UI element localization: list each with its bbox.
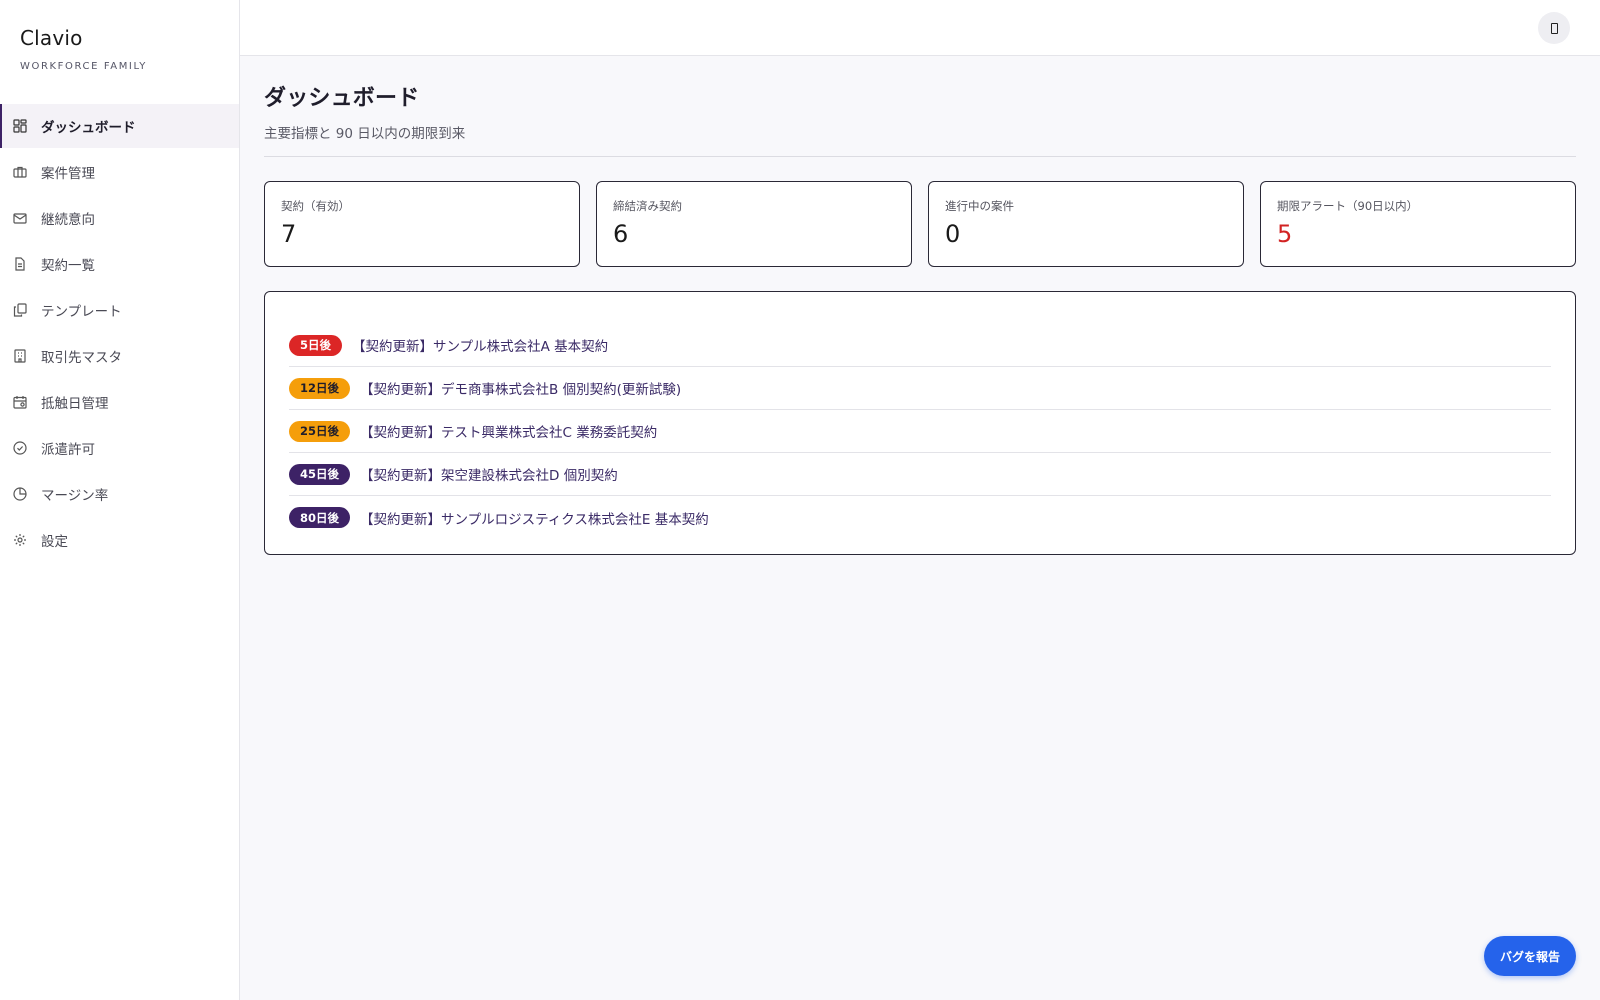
sidebar-item-label: 派遣許可 <box>41 442 95 458</box>
stat-label: 契約（有効） <box>281 199 350 213</box>
sidebar-item-2[interactable]: 継続意向 <box>0 196 239 240</box>
pie-chart-icon <box>13 487 27 501</box>
top-action-button[interactable] <box>1538 12 1570 44</box>
sidebar-item-9[interactable]: 設定 <box>0 518 239 562</box>
page-subtitle: 主要指標と 90 日以内の期限到来 <box>264 126 466 142</box>
sidebar-item-5[interactable]: 取引先マスタ <box>0 334 239 378</box>
sidebar-item-1[interactable]: 案件管理 <box>0 150 239 194</box>
sidebar-item-4[interactable]: テンプレート <box>0 288 239 332</box>
brand-subtitle: WORKFORCE FAMILY <box>20 61 148 72</box>
sidebar-item-8[interactable]: マージン率 <box>0 472 239 516</box>
sidebar-item-label: 取引先マスタ <box>41 350 122 366</box>
days-remaining-badge: 80日後 <box>289 507 351 528</box>
stats-row: 契約（有効） 7 締結済み契約 6 進行中の案件 0 期限アラート（90日以内） 5 <box>264 181 1576 267</box>
calendar-icon <box>13 395 27 409</box>
divider <box>264 156 1576 157</box>
sidebar: Clavio WORKFORCE FAMILY ダッシュボード 案件管理継続意向契… <box>0 0 240 1000</box>
sidebar-item-label: マージン率 <box>41 488 109 504</box>
days-remaining-badge: 25日後 <box>289 420 351 442</box>
sidebar-item-label: 抵触日管理 <box>41 396 109 412</box>
deadline-row: 45日後 【契約更新】架空建設株式会社D 個別契約 <box>289 453 1551 496</box>
days-remaining-badge: 12日後 <box>289 377 351 399</box>
stat-label: 締結済み契約 <box>613 199 682 213</box>
top-bar <box>240 0 1600 56</box>
brand-name: Clavio <box>20 26 83 50</box>
stat-card: 期限アラート（90日以内） 5 <box>1260 181 1576 267</box>
sidebar-item-label: 継続意向 <box>41 212 95 228</box>
deadline-link[interactable]: 【契約更新】サンプルロジスティクス株式会社E 基本契約 <box>360 508 709 528</box>
sidebar-item-3[interactable]: 契約一覧 <box>0 242 239 286</box>
device-icon <box>1550 22 1558 34</box>
stat-card: 締結済み契約 6 <box>596 181 912 267</box>
deadline-row: 25日後 【契約更新】テスト興業株式会社C 業務委託契約 <box>289 410 1551 453</box>
sidebar-item-label: 契約一覧 <box>41 258 95 274</box>
stat-value: 6 <box>613 220 629 248</box>
sidebar-item-6[interactable]: 抵触日管理 <box>0 380 239 424</box>
deadline-row: 5日後 【契約更新】サンプル株式会社A 基本契約 <box>289 324 1551 367</box>
deadline-list: 5日後 【契約更新】サンプル株式会社A 基本契約 12日後 【契約更新】デモ商事株式会… <box>264 291 1576 555</box>
sidebar-nav: ダッシュボード 案件管理継続意向契約一覧テンプレート 取引先マスタ 抵触日管理派遣許可… <box>0 104 239 562</box>
sidebar-item-0[interactable]: ダッシュボード <box>0 104 239 148</box>
deadline-row: 80日後 【契約更新】サンプルロジスティクス株式会社E 基本契約 <box>289 496 1551 539</box>
copy-icon <box>13 303 27 317</box>
deadline-link[interactable]: 【契約更新】架空建設株式会社D 個別契約 <box>360 464 618 484</box>
sidebar-item-label: ダッシュボード <box>41 120 136 136</box>
stat-value: 0 <box>945 220 961 248</box>
mail-icon <box>13 211 27 225</box>
report-bug-button[interactable]: バグを報告 <box>1483 936 1576 976</box>
stat-value: 5 <box>1277 220 1293 248</box>
sidebar-item-7[interactable]: 派遣許可 <box>0 426 239 470</box>
days-remaining-badge: 5日後 <box>289 334 343 356</box>
stat-card: 契約（有効） 7 <box>264 181 580 267</box>
gear-icon <box>13 533 27 547</box>
dashboard-icon <box>13 119 27 133</box>
briefcase-icon <box>13 165 27 179</box>
sidebar-item-label: テンプレート <box>41 304 122 320</box>
deadline-link[interactable]: 【契約更新】デモ商事株式会社B 個別契約(更新試験) <box>360 378 681 398</box>
deadline-link[interactable]: 【契約更新】テスト興業株式会社C 業務委託契約 <box>360 421 657 441</box>
main-content: ダッシュボード 主要指標と 90 日以内の期限到来 契約（有効） 7 締結済み契約 6… <box>264 56 1576 555</box>
sidebar-item-label: 案件管理 <box>41 166 95 182</box>
stat-label: 進行中の案件 <box>945 199 1014 213</box>
check-circle-icon <box>13 441 27 455</box>
stat-value: 7 <box>281 220 297 248</box>
page-title: ダッシュボード <box>264 86 420 111</box>
deadline-link[interactable]: 【契約更新】サンプル株式会社A 基本契約 <box>352 335 608 355</box>
stat-card: 進行中の案件 0 <box>928 181 1244 267</box>
document-icon <box>13 257 27 271</box>
days-remaining-badge: 45日後 <box>289 463 351 485</box>
brand: Clavio WORKFORCE FAMILY <box>0 0 239 104</box>
stat-label: 期限アラート（90日以内） <box>1277 199 1419 213</box>
deadline-row: 12日後 【契約更新】デモ商事株式会社B 個別契約(更新試験) <box>289 367 1551 410</box>
sidebar-item-label: 設定 <box>41 534 68 550</box>
building-icon <box>13 349 27 363</box>
